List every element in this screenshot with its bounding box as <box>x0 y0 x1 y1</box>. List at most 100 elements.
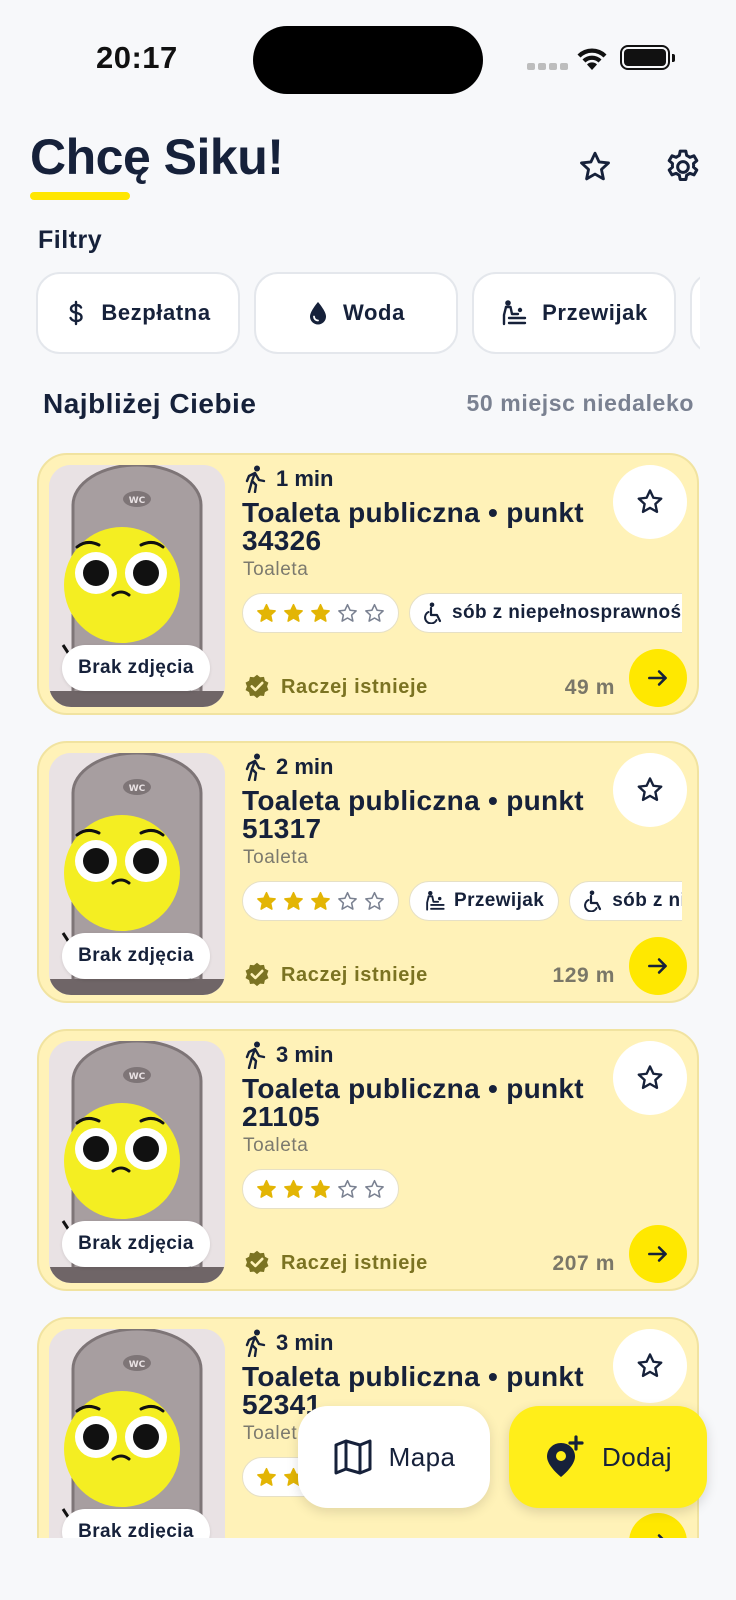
arrow-right-icon <box>648 1246 667 1262</box>
verified-badge-icon <box>245 1250 269 1275</box>
map-icon <box>334 1439 372 1475</box>
rating-stars <box>242 881 399 921</box>
verified-badge-icon <box>245 674 269 699</box>
dynamic-island <box>253 26 483 94</box>
filter-chips: Bezpłatna Woda Przewijak <box>36 272 700 354</box>
place-distance: 129 m <box>552 964 615 987</box>
map-button-label: Mapa <box>388 1441 456 1472</box>
filter-chip-water[interactable]: Woda <box>254 272 458 354</box>
feature-tag-label: Przewijak <box>454 890 545 911</box>
star-filled-icon <box>257 1179 276 1198</box>
filters-label: Filtry <box>38 226 103 254</box>
place-tags: sób z niepełnosprawnośc <box>242 593 682 633</box>
feature-tag: sób z nie <box>569 881 682 921</box>
existence-status: Raczej istnieje <box>243 673 428 701</box>
walk-time-text: 2 min <box>276 754 334 779</box>
places-list[interactable]: WC Brak zdjęcia 1 min Toaleta publiczna … <box>37 453 699 1538</box>
place-type: Toaleta <box>243 1135 309 1156</box>
status-time: 20:17 <box>96 40 178 75</box>
star-outline-icon <box>637 777 663 802</box>
existence-status-text: Raczej istnieje <box>281 1251 428 1274</box>
filter-chip-free[interactable]: Bezpłatna <box>36 272 240 354</box>
rating-stars <box>242 593 399 633</box>
arrow-right-icon <box>657 1534 664 1538</box>
place-title: Toaleta publiczna • punkt 21105 <box>242 1073 584 1132</box>
star-filled-icon <box>284 1179 303 1198</box>
place-distance: 49 m <box>564 676 615 699</box>
status-bar: 20:17 <box>0 0 736 110</box>
place-card[interactable]: WC Brak zdjęcia 3 min Toaleta publiczna … <box>37 1029 699 1291</box>
cellular-signal-icon <box>527 63 568 70</box>
navigate-button[interactable] <box>629 1225 687 1283</box>
filter-chip-baby-changing[interactable]: Przewijak <box>472 272 676 354</box>
baby-changing-icon <box>502 300 527 326</box>
star-empty-icon <box>338 891 357 910</box>
star-empty-icon <box>365 1179 384 1198</box>
navigate-button[interactable] <box>629 1513 687 1538</box>
app-title: Chcę Siku! <box>30 129 284 185</box>
place-type: Toaleta <box>243 559 309 580</box>
svg-text:WC: WC <box>129 496 146 506</box>
place-tags <box>242 1169 682 1209</box>
filter-chip-label: Przewijak <box>542 300 648 325</box>
place-photo-placeholder: WC Brak zdjęcia <box>49 465 225 707</box>
add-place-button[interactable]: Dodaj <box>509 1406 707 1508</box>
gear-icon <box>667 149 699 181</box>
wifi-icon <box>577 48 607 70</box>
nearby-section-title: Najbliżej Ciebie <box>43 388 257 419</box>
verified-badge-icon <box>245 962 269 987</box>
filter-chip-more[interactable] <box>690 272 700 354</box>
place-card[interactable]: WC Brak zdjęcia 2 min Toaleta publiczna … <box>37 741 699 1003</box>
walk-time-text: 3 min <box>276 1330 334 1355</box>
star-empty-icon <box>365 603 384 622</box>
favorite-button[interactable] <box>613 1329 687 1403</box>
walking-person-icon <box>245 465 266 493</box>
wheelchair-icon <box>424 602 442 624</box>
walking-person-icon <box>245 1041 266 1069</box>
battery-icon <box>620 45 675 70</box>
no-photo-badge: Brak zdjęcia <box>62 1509 210 1538</box>
settings-button[interactable] <box>656 140 710 194</box>
favorite-button[interactable] <box>613 753 687 827</box>
place-card[interactable]: WC Brak zdjęcia 1 min Toaleta publiczna … <box>37 453 699 715</box>
favorites-button[interactable] <box>568 140 622 194</box>
favorite-button[interactable] <box>613 465 687 539</box>
title-underline <box>30 192 130 200</box>
walk-time: 2 min <box>244 753 333 781</box>
dollar-icon <box>69 300 84 326</box>
filter-chip-label: Bezpłatna <box>101 300 211 325</box>
star-filled-icon <box>311 603 330 622</box>
place-photo-placeholder: WC Brak zdjęcia <box>49 753 225 995</box>
place-type: Toaleta <box>243 847 309 868</box>
place-photo-placeholder: WC Brak zdjęcia <box>49 1329 225 1538</box>
place-photo-placeholder: WC Brak zdjęcia <box>49 1041 225 1283</box>
arrow-right-icon <box>648 670 667 686</box>
place-distance: 207 m <box>552 1252 615 1275</box>
walk-time-text: 1 min <box>276 466 334 491</box>
star-filled-icon <box>284 603 303 622</box>
no-photo-badge: Brak zdjęcia <box>62 1221 210 1267</box>
place-type: Toalet <box>243 1423 298 1444</box>
place-title: Toaleta publiczna • punkt 51317 <box>242 785 584 844</box>
star-filled-icon <box>284 891 303 910</box>
filter-chip-label: Woda <box>343 300 405 325</box>
star-filled-icon <box>257 1467 276 1486</box>
star-filled-icon <box>311 1179 330 1198</box>
walk-time: 3 min <box>244 1329 333 1357</box>
existence-status: Raczej istnieje <box>243 961 428 989</box>
star-outline-icon <box>637 1065 663 1090</box>
star-outline-icon <box>637 1353 663 1378</box>
walk-time: 3 min <box>244 1041 333 1069</box>
add-location-icon <box>547 1435 584 1477</box>
navigate-button[interactable] <box>629 937 687 995</box>
favorite-button[interactable] <box>613 1041 687 1115</box>
arrow-right-icon <box>648 958 667 974</box>
existence-status-text: Raczej istnieje <box>281 675 428 698</box>
navigate-button[interactable] <box>629 649 687 707</box>
place-tags: Przewijak sób z nie <box>242 881 682 921</box>
map-button[interactable]: Mapa <box>298 1406 490 1508</box>
star-empty-icon <box>338 603 357 622</box>
feature-tag: sób z niepełnosprawnośc <box>409 593 682 633</box>
feature-tag: Przewijak <box>409 881 560 921</box>
svg-text:WC: WC <box>129 784 146 794</box>
